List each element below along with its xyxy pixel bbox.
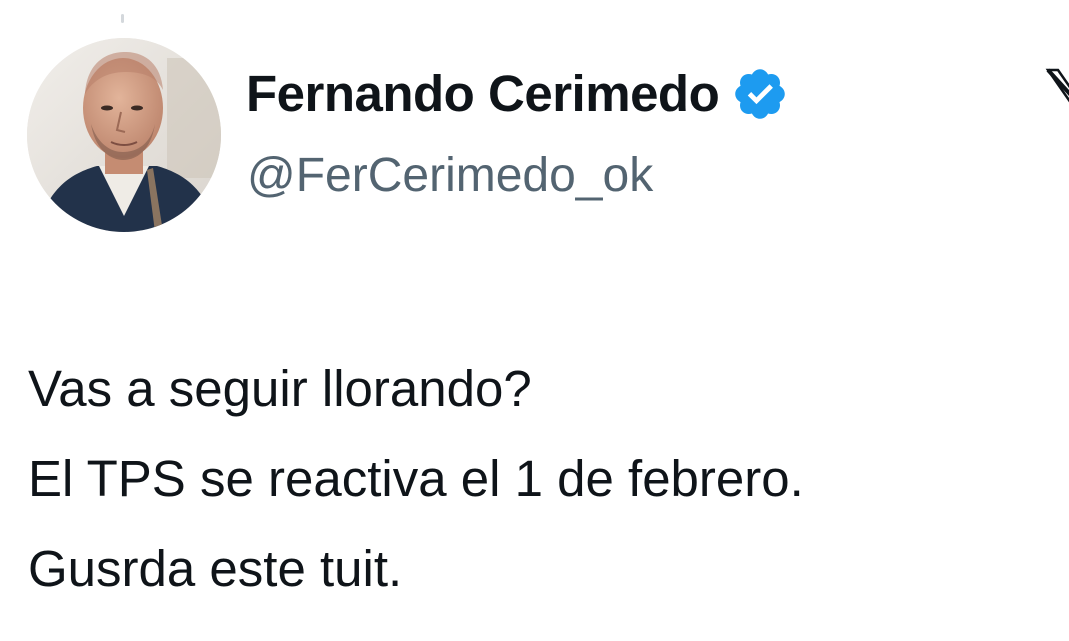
x-logo-icon: [1044, 66, 1069, 120]
display-name-row[interactable]: Fernando Cerimedo: [246, 62, 789, 126]
avatar-photo: [27, 38, 221, 232]
avatar[interactable]: [27, 38, 221, 232]
tweet-line: El TPS se reactiva el 1 de febrero.: [28, 450, 804, 507]
tweet-line: Gusrda este tuit.: [28, 540, 403, 597]
user-handle[interactable]: @FerCerimedo_ok: [247, 146, 653, 206]
drag-handle-mark: [121, 14, 124, 23]
tweet-line: Vas a seguir llorando?: [28, 360, 532, 417]
display-name[interactable]: Fernando Cerimedo: [246, 62, 720, 126]
tweet-text: Vas a seguir llorando? El TPS se reactiv…: [28, 344, 1058, 614]
verified-badge-icon[interactable]: [731, 65, 789, 123]
